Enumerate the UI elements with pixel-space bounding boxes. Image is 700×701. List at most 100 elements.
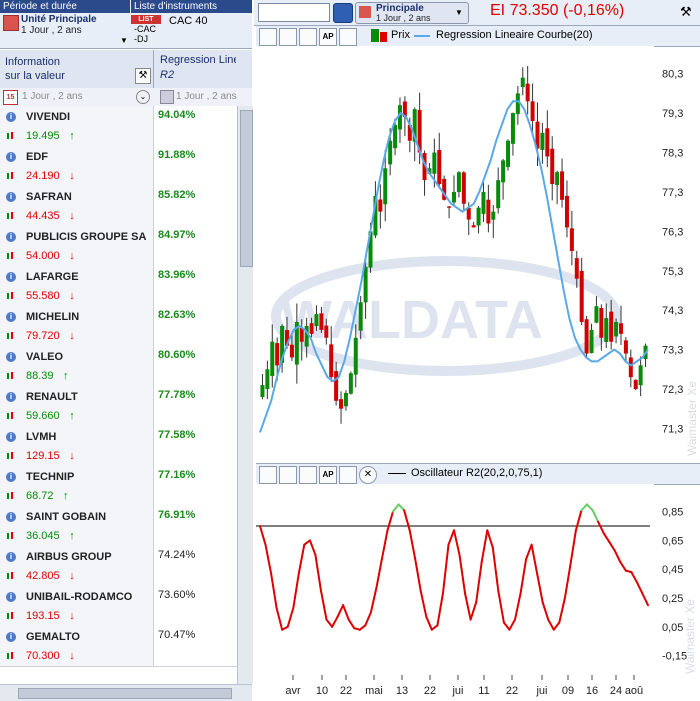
row-info-cell[interactable]: i RENAULT 59.660 ↑ [0,386,154,426]
row-info-cell[interactable]: i LVMH 129.15 ↓ [0,426,154,466]
info-icon[interactable]: i [6,472,16,482]
calendar-icon[interactable]: 15 [3,90,18,105]
table-row[interactable]: i LAFARGE 55.580 ↓ 83.96% [0,266,237,307]
tools-icon[interactable] [259,466,277,484]
row-value-cell[interactable]: 84.97% [154,226,237,266]
table-row[interactable]: i VIVENDI 19.495 ↑ 94.04% [0,106,237,147]
square-icon[interactable] [339,466,357,484]
row-value-cell[interactable]: 70.47% [154,626,237,666]
info-icon[interactable]: i [6,312,16,322]
row-info-cell[interactable]: i PUBLICIS GROUPE SA 54.000 ↓ [0,226,154,266]
table-row[interactable]: i UNIBAIL-RODAMCO 193.15 ↓ 73.60% [0,586,237,627]
instrument-name[interactable]: LAFARGE [26,271,79,283]
instrument-name[interactable]: SAFRAN [26,191,72,203]
table-row[interactable]: i RENAULT 59.660 ↑ 77.78% [0,386,237,427]
vertical-scrollbar[interactable] [237,106,253,684]
row-value-cell[interactable]: 82.63% [154,306,237,346]
instrument-name[interactable]: RENAULT [26,391,78,403]
unit-value[interactable]: 1 Jour , 2 ans [21,25,82,36]
price-chart[interactable]: WALDATA Waimaster Xe 80,379,378,377,376,… [256,46,700,464]
unit-selector[interactable]: Principale 1 Jour , 2 ans ▼ [355,2,469,24]
line-chart-icon[interactable] [279,466,297,484]
info-icon[interactable]: i [6,632,16,642]
scroll-thumb-h[interactable] [18,688,232,699]
instrument-name[interactable]: VIVENDI [26,111,70,123]
info-icon[interactable]: i [6,432,16,442]
row-value-cell[interactable]: 76.91% [154,506,237,546]
info-icon[interactable]: i [6,392,16,402]
row-value-cell[interactable]: 73.60% [154,586,237,626]
list-name[interactable]: CAC 40 [169,15,208,27]
row-info-cell[interactable]: i GEMALTO 70.300 ↓ [0,626,154,666]
table-row[interactable]: i TECHNIP 68.72 ↑ 77.16% [0,466,237,507]
unit-dropdown-icon[interactable]: ▼ [120,36,128,45]
row-info-cell[interactable]: i SAINT GOBAIN 36.045 ↑ [0,506,154,546]
info-icon[interactable]: i [6,152,16,162]
info-icon[interactable]: i [6,352,16,362]
row-value-cell[interactable]: 91.88% [154,146,237,186]
draw-icon[interactable] [299,466,317,484]
table-row[interactable]: i VALEO 88.39 ↑ 80.60% [0,346,237,387]
chevron-down-icon[interactable]: ⌄ [136,90,150,104]
list-item-dj[interactable]: -DJ [134,34,148,44]
row-info-cell[interactable]: i LAFARGE 55.580 ↓ [0,266,154,306]
table-row[interactable]: i SAFRAN 44.435 ↓ 85.82% [0,186,237,227]
ap-icon[interactable]: AP [319,466,337,484]
table-row[interactable]: i PUBLICIS GROUPE SA 54.000 ↓ 84.97% [0,226,237,267]
sub-reg-value[interactable]: 1 Jour , 2 ans [176,91,237,102]
sub-info-value[interactable]: 1 Jour , 2 ans [22,91,83,102]
tools-icon[interactable]: ⚒ [135,68,151,84]
line-chart-icon[interactable] [279,28,297,46]
info-icon[interactable]: i [6,232,16,242]
instrument-name[interactable]: AIRBUS GROUP [26,551,112,563]
table-row[interactable]: i MICHELIN 79.720 ↓ 82.63% [0,306,237,347]
book-icon[interactable] [333,3,353,23]
row-value-cell[interactable]: 77.78% [154,386,237,426]
square-icon[interactable] [339,28,357,46]
tools-icon[interactable]: ⚒ [680,4,696,20]
scroll-thumb[interactable] [240,110,253,267]
info-icon[interactable]: i [6,512,16,522]
table-row[interactable]: i SAINT GOBAIN 36.045 ↑ 76.91% [0,506,237,547]
instrument-name[interactable]: SAINT GOBAIN [26,511,106,523]
close-icon[interactable]: ✕ [359,466,377,484]
row-info-cell[interactable]: i SAFRAN 44.435 ↓ [0,186,154,226]
symbol-input[interactable] [258,3,330,22]
instrument-name[interactable]: GEMALTO [26,631,80,643]
draw-icon[interactable] [299,28,317,46]
col-info-subtitle[interactable]: sur la valeur [5,70,65,82]
instrument-name[interactable]: MICHELIN [26,311,79,323]
row-info-cell[interactable]: i VALEO 88.39 ↑ [0,346,154,386]
row-info-cell[interactable]: i VIVENDI 19.495 ↑ [0,106,154,146]
col-info-title[interactable]: Information [5,56,60,68]
row-info-cell[interactable]: i TECHNIP 68.72 ↑ [0,466,154,506]
col-reg-title[interactable]: Regression Line [160,54,236,66]
row-value-cell[interactable]: 74.24% [154,546,237,586]
row-value-cell[interactable]: 83.96% [154,266,237,306]
row-info-cell[interactable]: i UNIBAIL-RODAMCO 193.15 ↓ [0,586,154,626]
tools-icon[interactable] [259,28,277,46]
oscillator-chart[interactable]: Waimaster Xe 0,85 0,65 0,45 0,25 0,05 -0,15 a… [256,484,700,700]
unit-icon[interactable] [3,15,19,31]
info-icon[interactable]: i [6,192,16,202]
instrument-name[interactable]: UNIBAIL-RODAMCO [26,591,132,603]
row-value-cell[interactable]: 77.58% [154,426,237,466]
row-value-cell[interactable]: 77.16% [154,466,237,506]
table-row[interactable]: i LVMH 129.15 ↓ 77.58% [0,426,237,467]
list-item-cac[interactable]: -CAC [134,24,156,34]
instrument-name[interactable]: EDF [26,151,48,163]
row-info-cell[interactable]: i AIRBUS GROUP 42.805 ↓ [0,546,154,586]
col-reg-subtitle[interactable]: R2 [160,69,174,81]
table-row[interactable]: i AIRBUS GROUP 42.805 ↓ 74.24% [0,546,237,587]
instrument-name[interactable]: LVMH [26,431,56,443]
info-icon[interactable]: i [6,272,16,282]
instrument-name[interactable]: PUBLICIS GROUPE SA [26,231,146,243]
horizontal-scrollbar[interactable] [0,684,252,701]
info-icon[interactable]: i [6,112,16,122]
info-icon[interactable]: i [6,552,16,562]
table-row[interactable]: i GEMALTO 70.300 ↓ 70.47% [0,626,237,667]
instrument-name[interactable]: VALEO [26,351,63,363]
ap-icon[interactable]: AP [319,28,337,46]
instrument-name[interactable]: TECHNIP [26,471,74,483]
row-value-cell[interactable]: 80.60% [154,346,237,386]
